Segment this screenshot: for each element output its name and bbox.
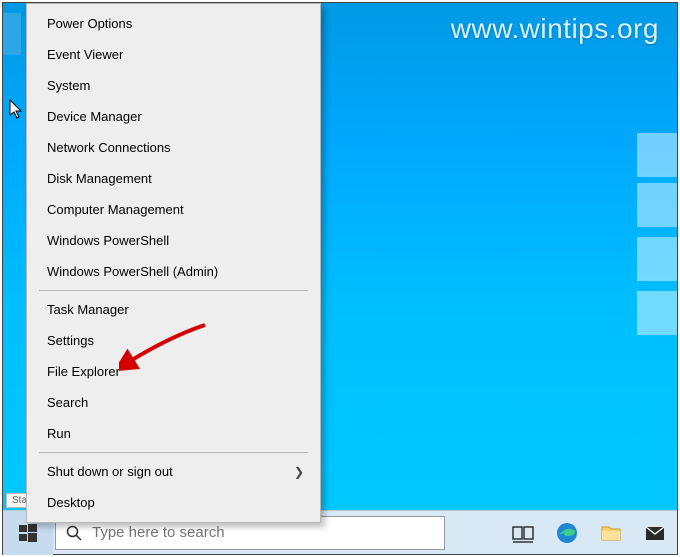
edge-button[interactable] bbox=[545, 511, 589, 555]
menu-item-task-manager[interactable]: Task Manager bbox=[27, 294, 320, 325]
menu-label: Task Manager bbox=[47, 302, 129, 317]
menu-separator bbox=[39, 452, 308, 453]
menu-label: File Explorer bbox=[47, 364, 120, 379]
menu-item-computer-management[interactable]: Computer Management bbox=[27, 194, 320, 225]
mail-icon bbox=[644, 522, 666, 544]
menu-separator bbox=[39, 290, 308, 291]
menu-item-run[interactable]: Run bbox=[27, 418, 320, 449]
menu-label: Windows PowerShell (Admin) bbox=[47, 264, 218, 279]
menu-item-network-connections[interactable]: Network Connections bbox=[27, 132, 320, 163]
menu-item-windows-powershell-admin[interactable]: Windows PowerShell (Admin) bbox=[27, 256, 320, 287]
menu-item-shut-down[interactable]: Shut down or sign out ❯ bbox=[27, 456, 320, 487]
menu-label: Settings bbox=[47, 333, 94, 348]
file-explorer-button[interactable] bbox=[589, 511, 633, 555]
menu-label: Device Manager bbox=[47, 109, 142, 124]
menu-label: Power Options bbox=[47, 16, 132, 31]
menu-item-file-explorer[interactable]: File Explorer bbox=[27, 356, 320, 387]
menu-label: Desktop bbox=[47, 495, 95, 510]
watermark-text: www.wintips.org bbox=[451, 13, 659, 45]
windows-logo-wallpaper bbox=[627, 133, 677, 333]
menu-label: Search bbox=[47, 395, 88, 410]
task-view-button[interactable] bbox=[501, 511, 545, 555]
menu-item-disk-management[interactable]: Disk Management bbox=[27, 163, 320, 194]
menu-item-system[interactable]: System bbox=[27, 70, 320, 101]
menu-item-device-manager[interactable]: Device Manager bbox=[27, 101, 320, 132]
accent-strip bbox=[3, 13, 21, 55]
winx-context-menu: Power Options Event Viewer System Device… bbox=[26, 3, 321, 523]
file-explorer-icon bbox=[600, 522, 622, 544]
mail-button[interactable] bbox=[633, 511, 677, 555]
menu-label: Network Connections bbox=[47, 140, 171, 155]
menu-label: Computer Management bbox=[47, 202, 184, 217]
menu-label: Event Viewer bbox=[47, 47, 123, 62]
menu-label: Run bbox=[47, 426, 71, 441]
menu-item-settings[interactable]: Settings bbox=[27, 325, 320, 356]
edge-icon bbox=[556, 522, 578, 544]
chevron-right-icon: ❯ bbox=[294, 465, 304, 479]
menu-item-desktop[interactable]: Desktop bbox=[27, 487, 320, 518]
menu-label: Windows PowerShell bbox=[47, 233, 169, 248]
menu-label: Disk Management bbox=[47, 171, 152, 186]
task-view-icon bbox=[512, 522, 534, 544]
menu-item-windows-powershell[interactable]: Windows PowerShell bbox=[27, 225, 320, 256]
search-input[interactable] bbox=[92, 524, 434, 541]
menu-label: Shut down or sign out bbox=[47, 464, 173, 479]
search-icon bbox=[66, 525, 82, 541]
menu-item-search[interactable]: Search bbox=[27, 387, 320, 418]
menu-label: System bbox=[47, 78, 90, 93]
menu-item-power-options[interactable]: Power Options bbox=[27, 8, 320, 39]
menu-item-event-viewer[interactable]: Event Viewer bbox=[27, 39, 320, 70]
windows-start-icon bbox=[19, 524, 37, 542]
